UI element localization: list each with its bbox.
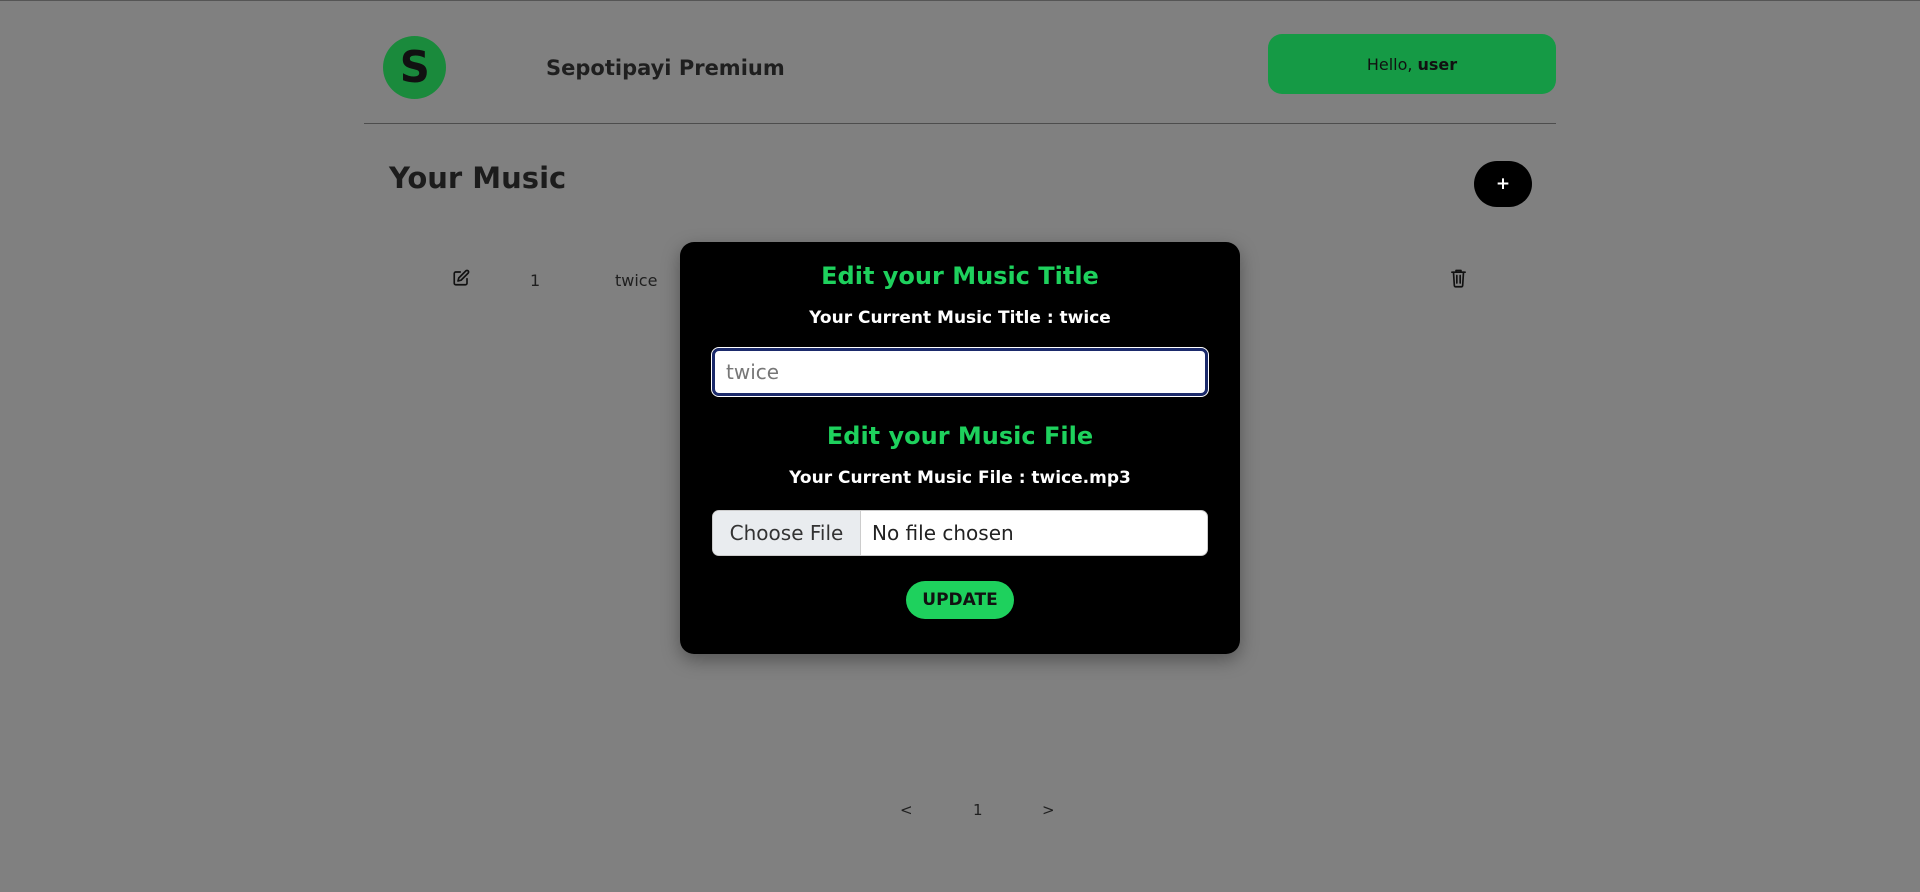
choose-file-button[interactable]: Choose File bbox=[713, 511, 861, 555]
header: S Sepotipayi Premium Hello, user bbox=[364, 1, 1556, 124]
edit-file-heading: Edit your Music File bbox=[826, 422, 1094, 450]
current-title-text: Your Current Music Title : twice bbox=[809, 308, 1111, 328]
edit-icon[interactable] bbox=[452, 269, 470, 287]
edit-music-modal: Edit your Music Title Your Current Music… bbox=[680, 242, 1240, 654]
edit-title-heading: Edit your Music Title bbox=[821, 262, 1099, 290]
add-music-button[interactable]: + bbox=[1474, 161, 1532, 207]
page-title: Your Music bbox=[389, 161, 567, 195]
greeting-prefix: Hello, bbox=[1366, 54, 1413, 74]
logo-letter: S bbox=[399, 42, 430, 93]
next-page-button[interactable]: > bbox=[1042, 801, 1055, 819]
current-page[interactable]: 1 bbox=[973, 801, 983, 819]
page: S Sepotipayi Premium Hello, user Your Mu… bbox=[0, 0, 1920, 892]
row-number: 1 bbox=[530, 271, 541, 290]
user-greeting-button[interactable]: Hello, user bbox=[1268, 34, 1556, 94]
current-file-text: Your Current Music File : twice.mp3 bbox=[789, 468, 1131, 488]
row-title: twice bbox=[615, 271, 658, 290]
music-title-input[interactable] bbox=[711, 347, 1209, 397]
trash-icon[interactable] bbox=[1450, 268, 1467, 288]
greeting-username: user bbox=[1417, 54, 1458, 74]
file-status-text: No file chosen bbox=[872, 521, 1014, 545]
update-button[interactable]: UPDATE bbox=[906, 581, 1014, 619]
logo[interactable]: S bbox=[383, 36, 446, 99]
music-file-input[interactable]: Choose File No file chosen bbox=[712, 510, 1208, 556]
pagination: < 1 > bbox=[0, 801, 1920, 825]
app-title: Sepotipayi Premium bbox=[546, 56, 785, 80]
prev-page-button[interactable]: < bbox=[900, 801, 913, 819]
